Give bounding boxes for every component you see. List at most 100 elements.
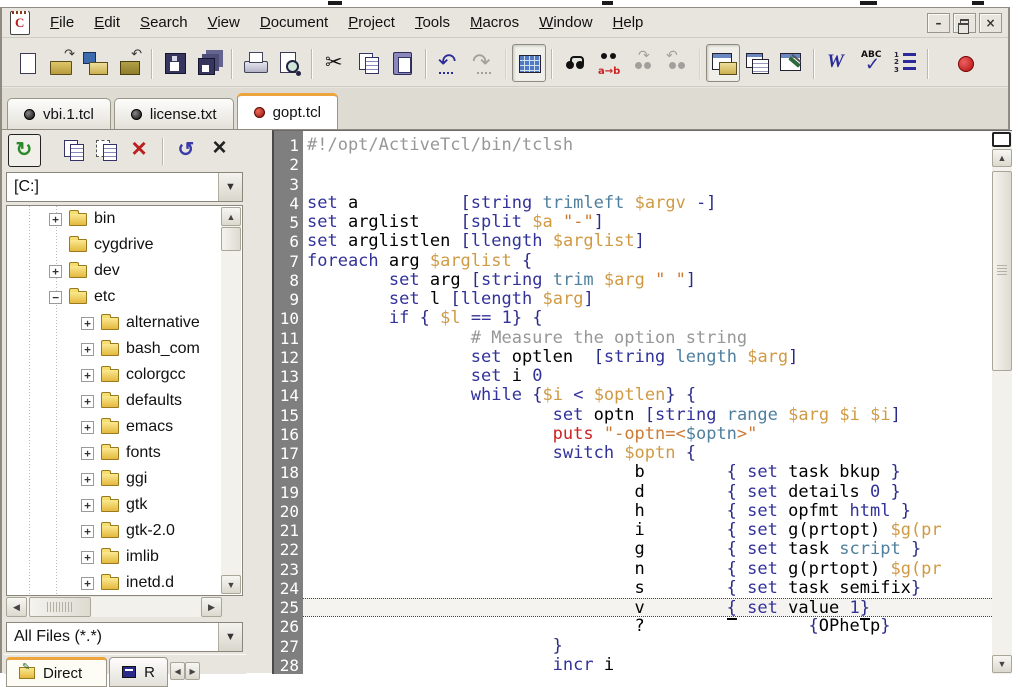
tree-vertical-scrollbar[interactable]: ▲ ▼ [221,207,241,594]
scroll-right-icon[interactable]: ▶ [201,597,222,617]
document-tab[interactable]: license.txt [113,98,234,129]
expand-toggle-icon[interactable]: − [49,290,62,304]
save-button[interactable] [158,44,192,82]
tree-item[interactable]: + ggi [7,466,242,492]
tab-scroll-left-icon[interactable]: ◀ [170,662,186,680]
move-file-button[interactable] [90,134,123,167]
file-filter-selector[interactable]: All Files (*.*) ▼ [6,622,243,652]
scroll-up-icon[interactable]: ▲ [221,207,241,226]
menu-item[interactable]: Search [130,10,198,35]
tree-item[interactable]: + dev [7,258,242,284]
expand-toggle-icon[interactable]: + [81,446,94,460]
expand-toggle-icon[interactable]: + [81,472,94,486]
run-tool-button[interactable] [774,44,814,82]
line-numbers-button[interactable] [888,44,928,82]
delete-file-button[interactable] [123,133,163,167]
expand-toggle-icon[interactable]: + [81,550,94,564]
expand-toggle-icon[interactable]: + [81,368,94,382]
expand-toggle-icon[interactable]: + [49,264,62,278]
scrollbar-thumb[interactable] [221,227,241,251]
tree-item[interactable]: + bash_com [7,336,242,362]
menu-item[interactable]: Macros [460,10,529,35]
menu-item[interactable]: Edit [84,10,130,35]
redo-button[interactable] [466,44,506,82]
chevron-down-icon[interactable]: ▼ [218,623,242,651]
tab-scroll-right-icon[interactable]: ▶ [185,662,201,680]
open-remote-button[interactable] [78,44,112,82]
spell-check-button[interactable] [854,44,888,82]
find-next-button[interactable] [626,44,660,82]
tree-item[interactable]: + emacs [7,414,242,440]
expand-toggle-icon[interactable]: + [81,316,94,330]
cut-button[interactable] [318,44,352,82]
save-all-button[interactable] [192,44,232,82]
record-macro-button[interactable] [948,44,982,82]
code-area[interactable]: #!/opt/ActiveTcl/bin/tclsh set a [string… [303,131,992,674]
scroll-left-icon[interactable]: ◀ [6,597,27,617]
replace-button[interactable] [592,44,626,82]
tree-item[interactable]: + alternative [7,310,242,336]
file-panel-toggle[interactable] [512,43,552,82]
copy-button[interactable] [352,44,386,82]
tree-item[interactable]: + inetd.d [7,570,242,595]
explorer-panel-toggle[interactable] [706,43,740,82]
close-file-button[interactable] [112,44,152,82]
expand-toggle-icon[interactable]: + [81,342,94,356]
find-button[interactable] [558,44,592,82]
panel-tab[interactable]: Direct [6,657,108,687]
minimize-button[interactable]: – [927,12,950,33]
chevron-down-icon[interactable]: ▼ [218,173,242,201]
editor-vertical-scrollbar[interactable]: ▲ ▼ [992,131,1012,674]
print-preview-button[interactable] [272,44,312,82]
scrollbar-track[interactable] [221,207,241,594]
tree-item[interactable]: cygdrive [7,232,242,258]
tree-item[interactable]: + defaults [7,388,242,414]
menu-item[interactable]: Help [603,10,654,35]
tree-item[interactable]: + colorgcc [7,362,242,388]
tree-item[interactable]: + gtk [7,492,242,518]
copy-file-button[interactable] [57,134,90,167]
word-wrap-button[interactable] [820,44,854,82]
tree-item[interactable]: + bin [7,206,242,232]
tree-item[interactable]: + fonts [7,440,242,466]
menu-item[interactable]: View [198,10,250,35]
open-file-button[interactable] [44,44,78,82]
scroll-up-icon[interactable]: ▲ [992,149,1012,167]
find-previous-button[interactable] [660,44,700,82]
menu-item[interactable]: Project [338,10,405,35]
expand-toggle-icon[interactable]: + [81,420,94,434]
menu-item[interactable]: Tools [405,10,460,35]
document-tab[interactable]: vbi.1.tcl [7,98,111,129]
expand-toggle-icon[interactable]: + [81,498,94,512]
undo-button[interactable] [432,44,466,82]
menu-item[interactable]: File [40,10,84,35]
tree-item[interactable]: + imlib [7,544,242,570]
restore-button[interactable] [953,12,976,34]
panel-tab[interactable]: R [109,657,169,687]
expand-toggle-icon[interactable]: + [81,524,94,538]
expand-toggle-icon[interactable]: + [49,212,62,226]
paste-button[interactable] [386,44,426,82]
expand-toggle-icon[interactable]: + [81,576,94,590]
print-button[interactable] [238,44,272,82]
split-editor-handle[interactable] [992,132,1011,147]
sync-browser-button[interactable] [8,133,41,167]
close-panel-button[interactable] [203,134,236,167]
expand-toggle-icon[interactable]: + [81,394,94,408]
tree-horizontal-scrollbar[interactable]: ◀ ▶ [6,597,222,617]
app-icon[interactable] [10,10,30,35]
drive-selector[interactable]: [C:] ▼ [6,172,243,202]
code-templates-button[interactable] [740,44,774,82]
scroll-down-icon[interactable]: ▼ [992,655,1012,673]
scrollbar-thumb[interactable] [992,171,1012,371]
tree-item[interactable]: − etc [7,284,242,310]
menu-item[interactable]: Document [250,10,338,35]
scroll-down-icon[interactable]: ▼ [221,575,241,594]
menu-item[interactable]: Window [529,10,602,35]
tree-item[interactable]: + gtk-2.0 [7,518,242,544]
scrollbar-thumb[interactable] [29,597,91,617]
directory-tree[interactable]: + bin cygdrive + dev − etc + alternative… [6,205,243,596]
new-file-button[interactable] [10,44,44,82]
refresh-button[interactable] [170,134,203,167]
document-tab[interactable]: gopt.tcl [236,93,338,129]
